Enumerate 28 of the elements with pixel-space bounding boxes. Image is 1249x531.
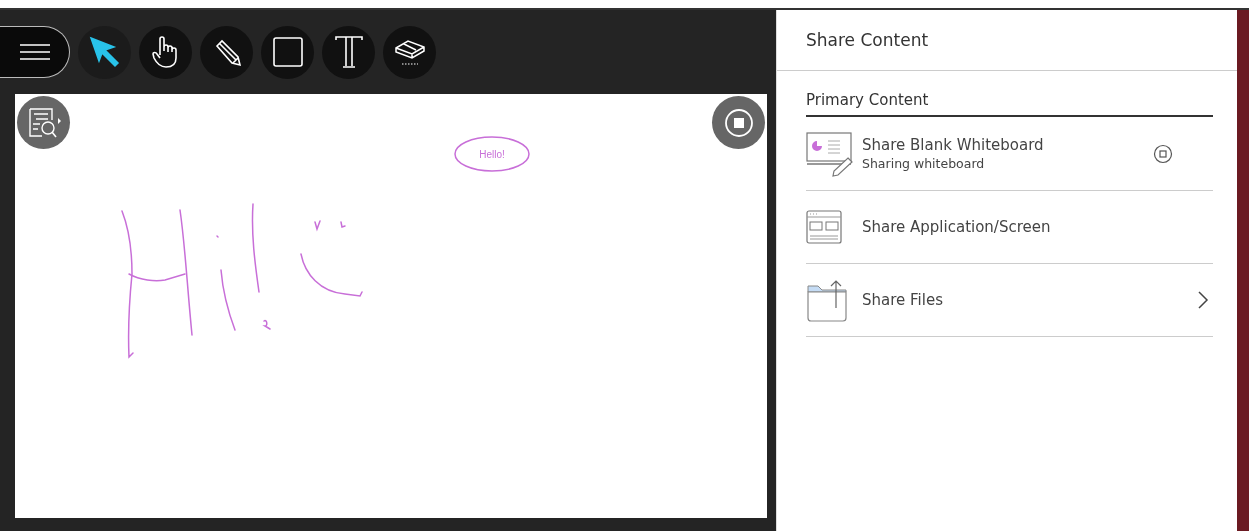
- eraser-tool-button[interactable]: [383, 25, 436, 79]
- pointer-icon: [87, 35, 122, 69]
- pointer-tool-button[interactable]: [78, 25, 131, 79]
- section-heading: Primary Content: [806, 91, 1213, 117]
- folder-upload-icon: [806, 278, 848, 322]
- pencil-tool-button[interactable]: [200, 25, 253, 79]
- option-label: Share Application/Screen: [862, 218, 1052, 236]
- eraser-icon: [393, 38, 426, 66]
- rectangle-tool-button[interactable]: [261, 25, 314, 79]
- option-label: Share Files: [862, 291, 944, 309]
- option-status: Sharing whiteboard: [862, 156, 986, 171]
- stop-icon: [723, 107, 754, 138]
- share-option[interactable]: Share Blank Whiteboard Sharing whiteboard: [806, 117, 1213, 191]
- option-label: Share Blank Whiteboard: [862, 136, 1045, 154]
- share-option[interactable]: Share Application/Screen: [806, 191, 1213, 264]
- stop-icon[interactable]: [1153, 143, 1173, 164]
- square-icon: [272, 37, 303, 67]
- menu-button[interactable]: [0, 26, 70, 78]
- stop-sharing-button[interactable]: [712, 96, 765, 149]
- text-tool-button[interactable]: [322, 25, 375, 79]
- zoom-view-button[interactable]: [17, 96, 70, 149]
- bubble-text: Hello!: [479, 149, 505, 160]
- menu-icon: [19, 42, 50, 62]
- hand-tool-button[interactable]: [139, 25, 192, 79]
- whiteboard-icon: [806, 130, 854, 177]
- text-tool-icon: [333, 35, 364, 69]
- application-window-icon: [806, 210, 842, 244]
- share-option[interactable]: Share Files: [806, 264, 1213, 337]
